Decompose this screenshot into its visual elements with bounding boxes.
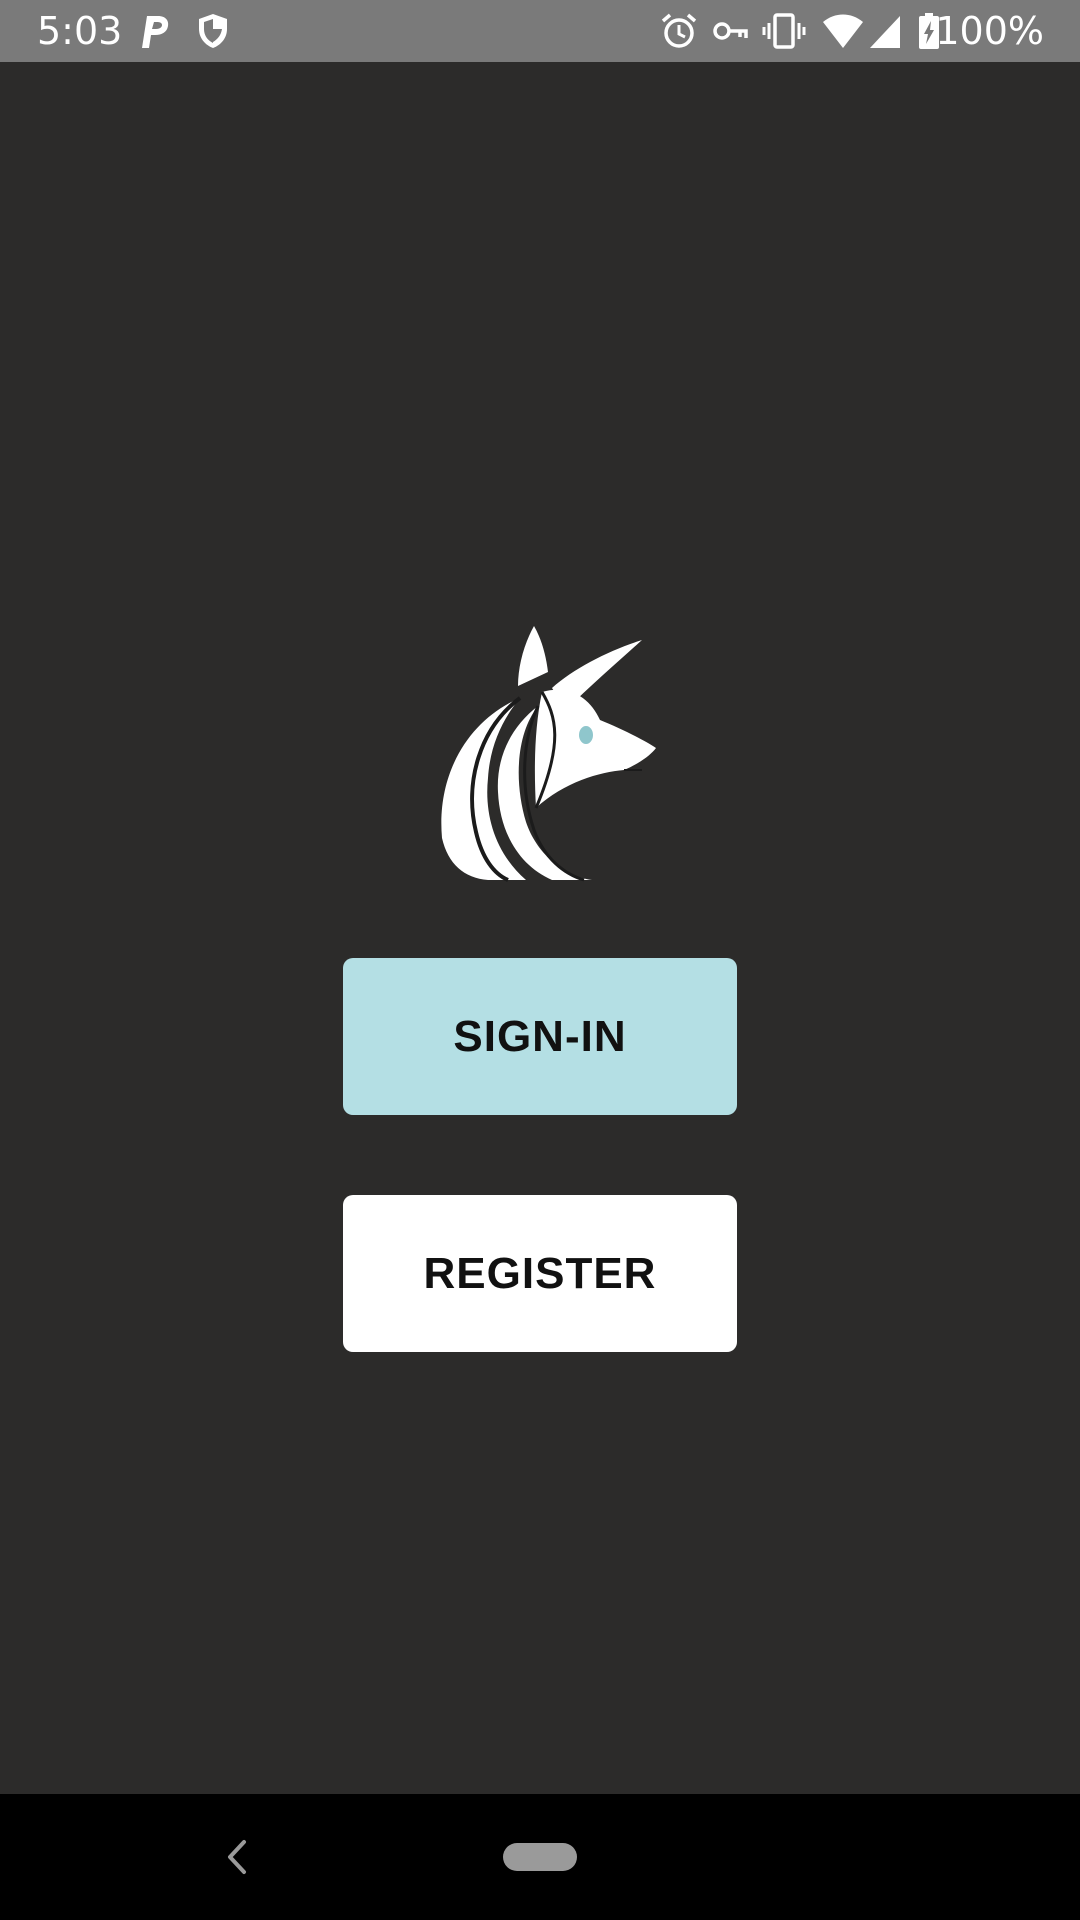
wifi-icon (823, 14, 863, 48)
vpn-key-icon (713, 22, 748, 40)
kangaroo-logo (441, 626, 656, 882)
register-button[interactable]: REGISTER (343, 1195, 737, 1352)
alarm-icon (661, 13, 697, 48)
sign-in-button[interactable]: SIGN-IN (343, 958, 737, 1115)
status-bar: 5:03 100% (0, 0, 1080, 62)
parking-icon (142, 16, 169, 48)
battery-percentage: 100% (935, 9, 1044, 53)
signal-icon (870, 16, 900, 48)
back-icon[interactable] (216, 1834, 256, 1880)
welcome-screen: SIGN-IN REGISTER (0, 62, 1080, 1794)
home-pill-icon[interactable] (503, 1843, 577, 1871)
vibrate-icon (762, 13, 806, 49)
status-time: 5:03 (37, 9, 123, 53)
navigation-bar (0, 1794, 1080, 1920)
shield-icon (199, 14, 227, 48)
